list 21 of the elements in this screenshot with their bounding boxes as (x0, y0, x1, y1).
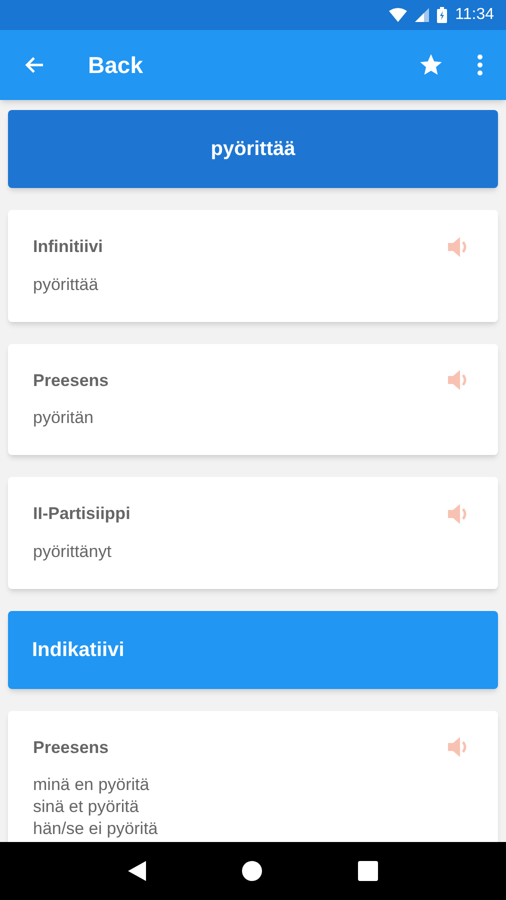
word-title: pyörittää (210, 137, 296, 162)
battery-icon (437, 7, 448, 23)
wifi-icon (389, 8, 408, 22)
home-nav-icon[interactable] (240, 860, 263, 882)
section-title: Indikatiivi (32, 638, 124, 662)
conjugation-text: pyörittänyt (33, 540, 112, 562)
conjugation-text: pyöritän (33, 407, 94, 429)
conjugation-text: sinä et pyöritä (33, 796, 140, 818)
more-icon (477, 54, 483, 76)
status-time: 11:34 (455, 5, 494, 25)
recents-nav-icon[interactable] (358, 861, 378, 881)
form-label: Infinitiivi (33, 236, 103, 258)
form-label: Preesens (33, 370, 109, 392)
form-label: II-Partisiippi (33, 503, 130, 525)
conjugation-text: hän/se ei pyöritä (33, 818, 159, 840)
signal-icon (415, 8, 430, 22)
conjugation-text: pyörittää (33, 274, 100, 296)
conjugation-text: minä en pyöritä (33, 774, 150, 796)
toolbar-title: Back (88, 50, 143, 80)
back-nav-icon[interactable] (128, 861, 146, 881)
form-label: Preesens (33, 736, 109, 758)
